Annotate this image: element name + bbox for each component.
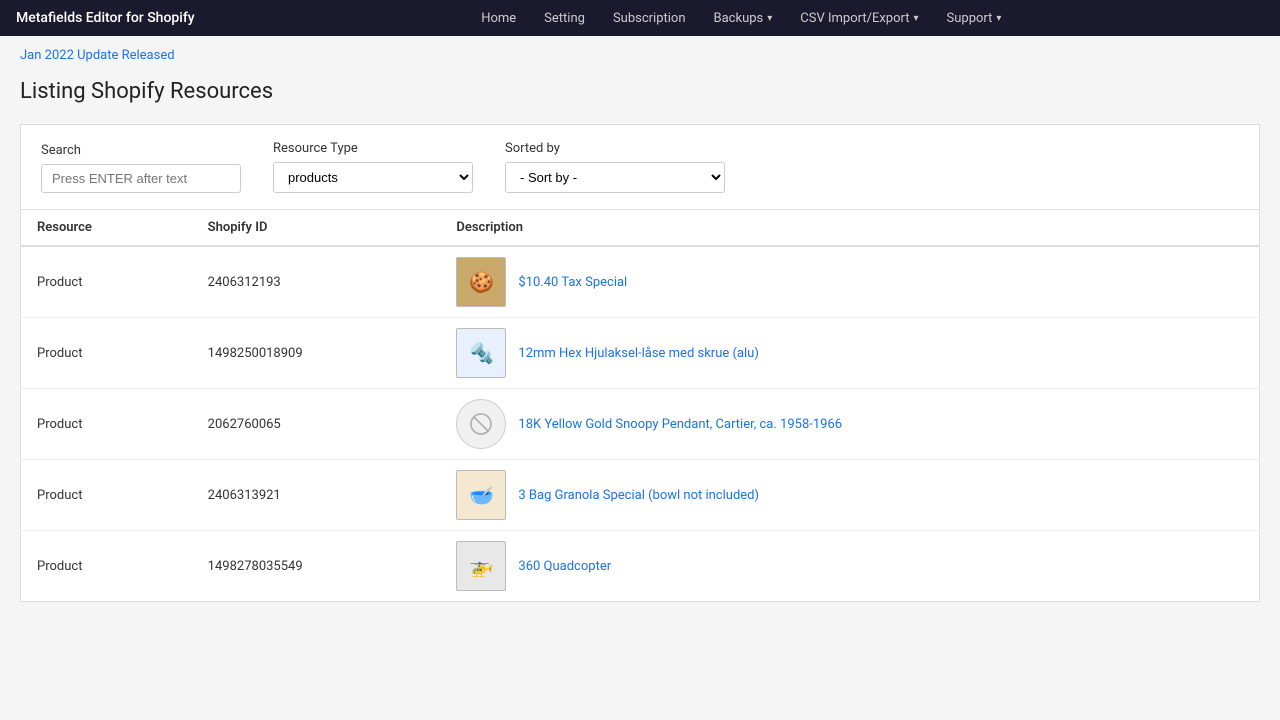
backups-chevron-icon: ▾ <box>767 13 772 24</box>
cell-shopify-id: 1498278035549 <box>192 531 441 602</box>
sorted-by-group: Sorted by - Sort by - Title A-Z Title Z-… <box>505 141 725 193</box>
resource-type-select[interactable]: products collections customers orders va… <box>273 162 473 193</box>
table-row: Product2406312193 🍪 $10.40 Tax Special <box>21 246 1260 318</box>
nav-links: Home Setting Subscription Backups ▾ CSV … <box>219 5 1264 32</box>
product-thumbnail <box>456 399 506 449</box>
nav-setting[interactable]: Setting <box>532 5 597 32</box>
cell-resource: Product <box>21 531 192 602</box>
nav-support[interactable]: Support ▾ <box>935 5 1014 32</box>
table-row: Product2406313921 🥣 3 Bag Granola Special … <box>21 460 1260 531</box>
search-label: Search <box>41 143 241 158</box>
nav-backups[interactable]: Backups ▾ <box>702 5 785 32</box>
product-name-link[interactable]: $10.40 Tax Special <box>518 275 627 290</box>
table-header-row: Resource Shopify ID Description <box>21 210 1260 247</box>
col-description: Description <box>440 210 1259 247</box>
sort-select[interactable]: - Sort by - Title A-Z Title Z-A ID Ascen… <box>505 162 725 193</box>
app-brand: Metafields Editor for Shopify <box>16 10 195 26</box>
product-thumbnail: 🍪 <box>456 257 506 307</box>
cell-resource: Product <box>21 246 192 318</box>
sorted-by-label: Sorted by <box>505 141 725 156</box>
product-thumbnail: 🥣 <box>456 470 506 520</box>
cell-description: 🍪 $10.40 Tax Special <box>440 246 1259 318</box>
search-group: Search <box>41 143 241 193</box>
navbar: Metafields Editor for Shopify Home Setti… <box>0 0 1280 36</box>
resource-type-group: Resource Type products collections custo… <box>273 141 473 193</box>
cell-resource: Product <box>21 318 192 389</box>
cell-shopify-id: 2406313921 <box>192 460 441 531</box>
filter-row: Search Resource Type products collection… <box>20 124 1260 209</box>
cell-description: 🚁 360 Quadcopter <box>440 531 1259 602</box>
cell-resource: Product <box>21 389 192 460</box>
col-resource: Resource <box>21 210 192 247</box>
product-thumbnail: 🚁 <box>456 541 506 591</box>
product-thumbnail: 🔩 <box>456 328 506 378</box>
cell-description: 18K Yellow Gold Snoopy Pendant, Cartier,… <box>440 389 1259 460</box>
cell-description: 🥣 3 Bag Granola Special (bowl not include… <box>440 460 1259 531</box>
nav-csv[interactable]: CSV Import/Export ▾ <box>788 5 930 32</box>
cell-shopify-id: 2062760065 <box>192 389 441 460</box>
cell-resource: Product <box>21 460 192 531</box>
product-name-link[interactable]: 360 Quadcopter <box>518 559 611 574</box>
page-title: Listing Shopify Resources <box>20 79 1260 104</box>
table-row: Product2062760065 18K Yellow Gold Snoopy … <box>21 389 1260 460</box>
resource-type-label: Resource Type <box>273 141 473 156</box>
table-row: Product1498278035549 🚁 360 Quadcopter <box>21 531 1260 602</box>
cell-description: 🔩 12mm Hex Hjulaksel-låse med skrue (alu) <box>440 318 1259 389</box>
cell-shopify-id: 2406312193 <box>192 246 441 318</box>
cell-shopify-id: 1498250018909 <box>192 318 441 389</box>
product-name-link[interactable]: 12mm Hex Hjulaksel-låse med skrue (alu) <box>518 346 758 361</box>
main-container: Jan 2022 Update Released Listing Shopify… <box>0 36 1280 622</box>
col-shopify-id: Shopify ID <box>192 210 441 247</box>
csv-chevron-icon: ▾ <box>914 13 919 24</box>
support-chevron-icon: ▾ <box>996 13 1001 24</box>
table-row: Product1498250018909 🔩 12mm Hex Hjulaksel-… <box>21 318 1260 389</box>
search-input[interactable] <box>41 164 241 193</box>
product-name-link[interactable]: 18K Yellow Gold Snoopy Pendant, Cartier,… <box>518 417 842 432</box>
update-banner-link[interactable]: Jan 2022 Update Released <box>20 48 1260 63</box>
resource-table: Resource Shopify ID Description Product2… <box>20 209 1260 602</box>
nav-home[interactable]: Home <box>469 5 528 32</box>
nav-subscription[interactable]: Subscription <box>601 5 698 32</box>
product-name-link[interactable]: 3 Bag Granola Special (bowl not included… <box>518 488 759 503</box>
